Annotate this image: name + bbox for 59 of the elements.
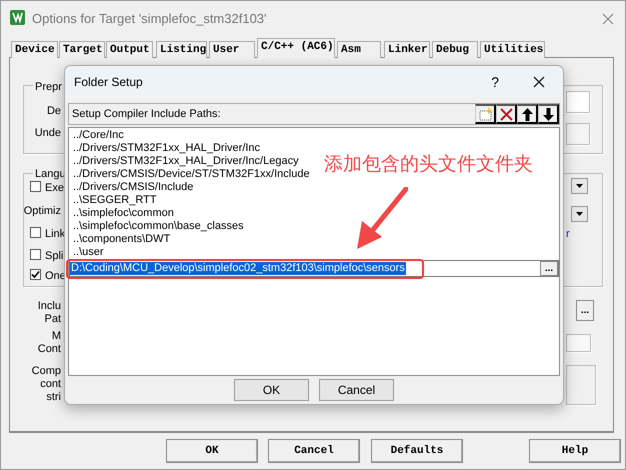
dialog-button[interactable]: Cancel [268,439,360,463]
delete-icon[interactable] [496,104,517,124]
path-item[interactable]: ../Drivers/CMSIS/Include [73,181,194,194]
checkbox[interactable] [30,181,41,192]
path-item[interactable]: ..\simplefoc\common\base_classes [73,220,244,233]
checkbox-label: Exe [45,181,64,196]
tab[interactable]: Debug [432,41,478,58]
dialog-title: Folder Setup [74,74,143,91]
checkbox[interactable] [30,227,41,238]
path-item[interactable]: ..\components\DWT [73,233,170,246]
close-icon[interactable] [533,76,545,88]
path-item[interactable]: ../Drivers/STM32F1xx_HAL_Driver/Inc/Legacy [73,155,299,168]
checkbox[interactable] [30,249,41,260]
field-label: Inclu Pat [38,300,61,326]
window-title: Options for Target 'simplefoc_stm32f103' [32,10,267,28]
checkbox-label: Spli [45,249,64,264]
text-area [566,365,596,405]
path-item[interactable]: ../Drivers/CMSIS/Device/ST/STM32F1xx/Include [73,168,310,181]
field-label: Unde [34,127,61,140]
input-field[interactable] [566,334,591,352]
tab[interactable]: Target [59,41,105,58]
dialog-button[interactable]: Defaults [371,439,463,463]
tab[interactable]: Asm [337,41,381,58]
dialog-button[interactable]: OK [234,379,309,401]
tab[interactable]: Listing [156,41,207,58]
checkbox[interactable] [30,269,41,280]
group-label: Prepr [33,79,64,96]
app-logo-icon [10,9,25,24]
tab[interactable]: Linker [384,41,430,58]
tab[interactable]: Output [106,41,153,58]
annotation-text: 添加包含的头文件文件夹 [324,153,533,177]
field-label: r [566,228,570,241]
tab[interactable]: Device [11,41,58,58]
field-label: M Cont [38,330,61,356]
path-item[interactable]: ../Drivers/STM32F1xx_HAL_Driver/Inc [73,142,260,155]
new-folder-icon[interactable] [475,104,496,124]
input-field[interactable] [566,123,590,145]
dialog-button[interactable]: OK [166,439,258,463]
dialog-button[interactable]: Help [529,439,621,463]
list-header-label: Setup Compiler Include Paths: [72,106,222,122]
input-field[interactable] [566,91,590,113]
help-button[interactable]: ? [491,72,499,92]
path-item[interactable]: ..\SEGGER_RTT [73,194,157,207]
browse-button[interactable]: ... [540,261,558,276]
tab[interactable]: Utilities [480,41,545,58]
selected-path-text: D:\Coding\MCU_Develop\simplefoc02_stm32f103\simplefoc\sensors [70,262,406,275]
tab[interactable]: User [209,41,255,58]
tab[interactable]: C/C++ (AC6) [257,38,335,58]
field-label: De [46,105,61,118]
browse-button[interactable]: ... [576,300,594,321]
dialog-button[interactable]: Cancel [319,379,394,401]
path-item[interactable]: ..\user [73,246,104,259]
checkbox-label: Link [45,227,66,242]
annotation-arrow [356,187,408,250]
path-item[interactable]: ..\simplefoc\common [73,207,174,220]
path-input-field[interactable]: D:\Coding\MCU_Develop\simplefoc02_stm32f103\simplefoc\sensors ... [69,260,559,277]
path-item[interactable]: ../Core/Inc [73,129,124,142]
field-label: Optimiz [24,205,61,218]
field-label: Comp cont stri [32,365,61,404]
